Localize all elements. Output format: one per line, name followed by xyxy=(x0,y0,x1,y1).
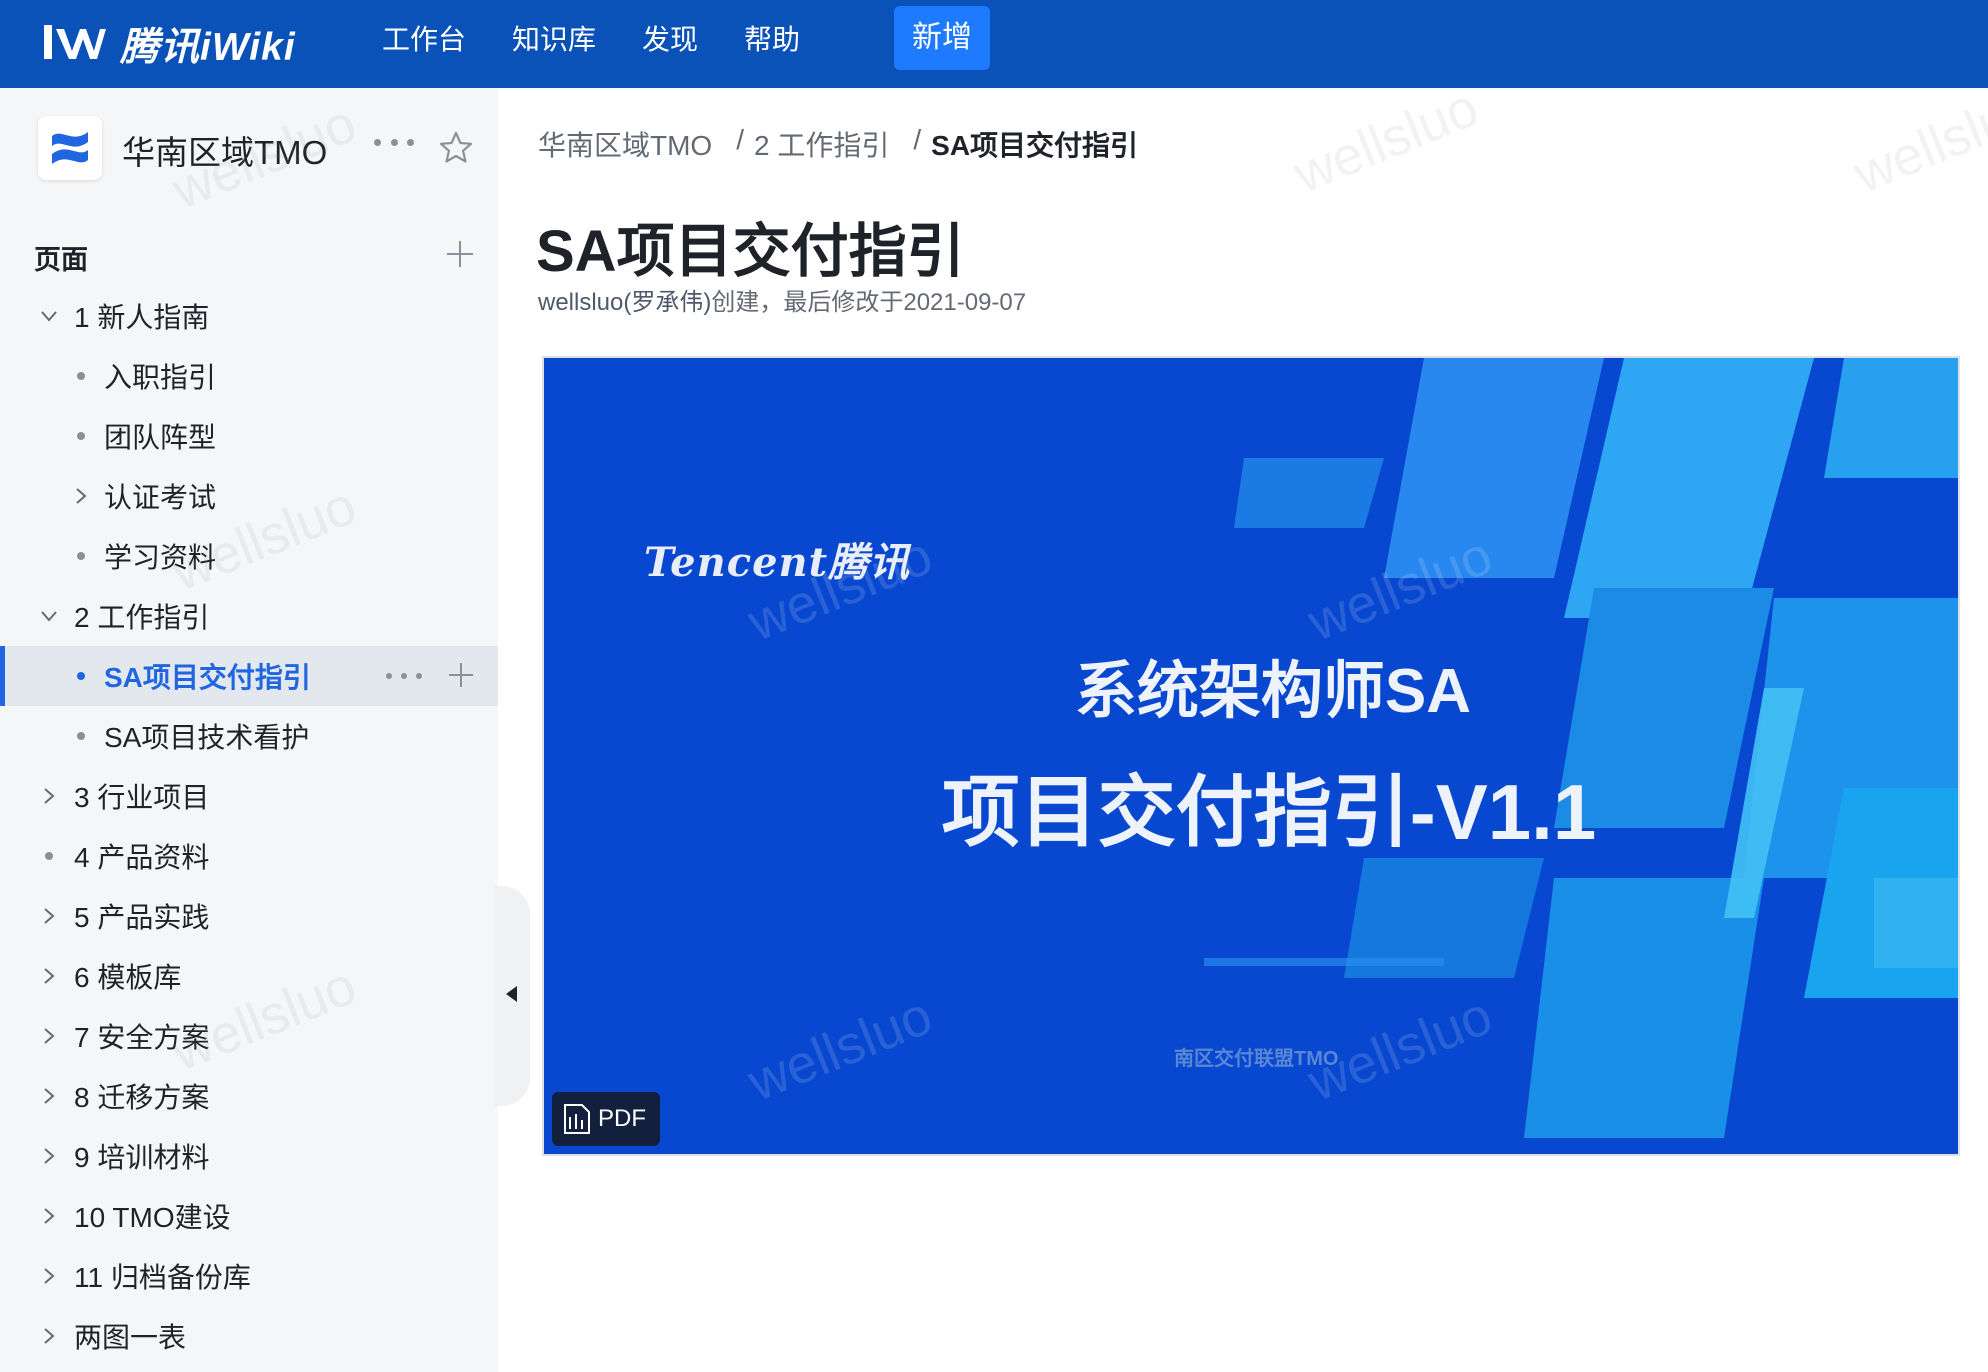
tree-item-label: SA项目技术看护 xyxy=(104,722,310,753)
nav-discover[interactable]: 发现 xyxy=(642,20,698,60)
tree-item[interactable]: 认证考试 xyxy=(0,466,498,526)
page-tree: 1 新人指南入职指引团队阵型认证考试学习资料 2 工作指引 SA项目交付指引 SA项目… xyxy=(0,286,498,1366)
tree-item[interactable]: 8 迁移方案 xyxy=(0,1066,498,1126)
tree-item-label: 3 行业项目 xyxy=(74,782,210,813)
tree-item-label: 两图一表 xyxy=(74,1322,187,1353)
space-icon[interactable] xyxy=(38,116,102,180)
tree-item[interactable]: 10 TMO建设 xyxy=(0,1186,498,1246)
iwiki-logo-icon xyxy=(44,25,106,59)
page-title: SA项目交付指引 xyxy=(536,219,965,284)
tree-item-label: 入职指引 xyxy=(104,362,217,393)
tree-item[interactable]: 5 产品实践 xyxy=(0,886,498,946)
main-nav: 工作台 知识库 发现 帮助 xyxy=(382,20,846,60)
tree-item-label: 2 工作指引 xyxy=(74,602,210,633)
tree-item-label: 4 产品资料 xyxy=(74,842,210,873)
tree-item-label: SA项目交付指引 xyxy=(104,662,311,693)
tree-item-label: 7 安全方案 xyxy=(74,1022,210,1053)
chevron-right-icon[interactable] xyxy=(38,905,60,927)
tree-item[interactable]: 1 新人指南 xyxy=(0,286,498,346)
tree-item-label: 10 TMO建设 xyxy=(74,1202,231,1233)
bullet-icon xyxy=(70,365,92,387)
chevron-right-icon[interactable] xyxy=(38,1085,60,1107)
tree-item-label: 1 新人指南 xyxy=(74,302,210,333)
collapse-arrow-icon xyxy=(506,986,517,1002)
nav-workbench[interactable]: 工作台 xyxy=(382,20,466,60)
add-page-icon[interactable] xyxy=(444,238,476,270)
slide-brand: Tencent腾讯 xyxy=(644,539,911,586)
chevron-right-icon[interactable] xyxy=(38,1325,60,1347)
nav-help[interactable]: 帮助 xyxy=(744,20,800,60)
pdf-badge[interactable]: PDF xyxy=(552,1092,660,1146)
star-icon[interactable] xyxy=(438,130,474,166)
tree-item-active[interactable]: SA项目交付指引 xyxy=(0,646,498,706)
sidebar-collapse-toggle[interactable] xyxy=(494,886,530,1106)
tree-item-label: 团队阵型 xyxy=(104,422,217,453)
new-button[interactable]: 新增 xyxy=(894,6,990,70)
chevron-right-icon[interactable] xyxy=(70,485,92,507)
pdf-file-icon xyxy=(564,1104,590,1134)
slide-title-line1: 系统架构师SA xyxy=(1074,657,1472,726)
tree-item-label: 8 迁移方案 xyxy=(74,1082,210,1113)
modified-info: 创建，最后修改于2021-09-07 xyxy=(711,289,1027,316)
breadcrumb-separator: / xyxy=(913,124,922,155)
sidebar: 华南区域TMO 页面 1 新人指南入职指引团队阵型认证考试学习资料 2 工作指引 S… xyxy=(0,88,498,1372)
author-link[interactable]: wellsluo(罗承伟) xyxy=(538,289,711,316)
tree-item-label: 5 产品实践 xyxy=(74,902,210,933)
slide-title-line2: 项目交付指引-V1.1 xyxy=(941,768,1597,856)
tree-item[interactable]: 7 安全方案 xyxy=(0,1006,498,1066)
tree-item-label: 9 培训材料 xyxy=(74,1142,210,1173)
chevron-right-icon[interactable] xyxy=(38,1265,60,1287)
chevron-right-icon[interactable] xyxy=(38,785,60,807)
tree-item[interactable]: 团队阵型 xyxy=(0,406,498,466)
tree-item[interactable]: SA项目技术看护 xyxy=(0,706,498,766)
space-name[interactable]: 华南区域TMO xyxy=(122,126,327,174)
breadcrumb-separator: / xyxy=(736,124,744,155)
bullet-icon xyxy=(70,665,92,687)
pages-title: 页面 xyxy=(34,245,88,275)
tree-item[interactable]: 6 模板库 xyxy=(0,946,498,1006)
top-nav-bar: 腾讯iWiki 工作台 知识库 发现 帮助 新增 xyxy=(0,0,1988,88)
nav-knowledge-base[interactable]: 知识库 xyxy=(512,20,596,60)
breadcrumb-current: SA项目交付指引 xyxy=(931,130,1139,161)
tree-item[interactable]: 两图一表 xyxy=(0,1306,498,1366)
chevron-right-icon[interactable] xyxy=(38,965,60,987)
tree-item[interactable]: 9 培训材料 xyxy=(0,1126,498,1186)
tree-item-label: 学习资料 xyxy=(104,542,217,573)
watermark: wellsluo xyxy=(1845,77,1988,205)
page-meta: wellsluo(罗承伟)创建，最后修改于2021-09-07 xyxy=(538,282,1026,317)
more-options-icon[interactable] xyxy=(386,660,422,692)
chevron-right-icon[interactable] xyxy=(38,1025,60,1047)
pdf-preview[interactable]: Tencent腾讯 系统架构师SA 项目交付指引-V1.1 南区交付联盟TMO … xyxy=(542,356,1960,1156)
breadcrumb-item[interactable]: 华南区域TMO xyxy=(538,124,712,164)
logo-text: 腾讯iWiki xyxy=(120,26,296,69)
tree-item[interactable]: 学习资料 xyxy=(0,526,498,586)
breadcrumb-item[interactable]: 2 工作指引 xyxy=(754,124,889,164)
tree-item-label: 6 模板库 xyxy=(74,962,182,993)
tree-item[interactable]: 3 行业项目 xyxy=(0,766,498,826)
space-more-icon[interactable] xyxy=(374,126,414,158)
confluence-logo-icon xyxy=(52,132,88,164)
breadcrumb: 华南区域TMO / 2 工作指引 / SA项目交付指引 xyxy=(538,124,1138,164)
bullet-icon xyxy=(70,425,92,447)
chevron-down-icon[interactable] xyxy=(38,305,60,327)
pdf-badge-label: PDF xyxy=(598,1105,646,1132)
tree-item[interactable]: 11 归档备份库 xyxy=(0,1246,498,1306)
bullet-icon xyxy=(70,725,92,747)
tree-item[interactable]: 入职指引 xyxy=(0,346,498,406)
add-child-page-icon[interactable] xyxy=(446,660,476,690)
tree-item-label: 认证考试 xyxy=(104,482,217,513)
chevron-right-icon[interactable] xyxy=(38,1205,60,1227)
bullet-icon xyxy=(38,845,60,867)
tree-item[interactable]: 4 产品资料 xyxy=(0,826,498,886)
iwiki-logo[interactable]: 腾讯iWiki xyxy=(44,16,296,72)
chevron-down-icon[interactable] xyxy=(38,605,60,627)
slide-footer: 南区交付联盟TMO xyxy=(1174,1048,1339,1070)
tree-item[interactable]: 2 工作指引 xyxy=(0,586,498,646)
tree-item-label: 11 归档备份库 xyxy=(74,1262,251,1293)
chevron-right-icon[interactable] xyxy=(38,1145,60,1167)
watermark: wellsluo xyxy=(1285,77,1487,205)
bullet-icon xyxy=(70,545,92,567)
